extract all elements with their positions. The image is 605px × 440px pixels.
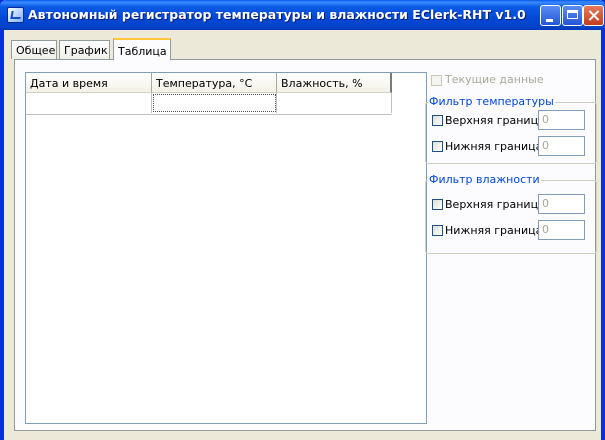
cell-datetime[interactable] <box>26 93 152 113</box>
temperature-filter-group: Фильтр температуры Верхняя граница 0 Ниж… <box>425 95 597 164</box>
temp-lower-checkbox[interactable] <box>432 140 443 152</box>
humidity-upper-option: Верхняя граница <box>432 197 545 211</box>
data-grid[interactable]: Дата и время Температура, °С Влажность, … <box>25 72 427 424</box>
column-header-datetime[interactable]: Дата и время <box>26 73 152 93</box>
humidity-upper-checkbox[interactable] <box>432 198 443 210</box>
maximize-icon[interactable] <box>562 5 583 26</box>
tab-chart[interactable]: График <box>59 40 110 59</box>
title-bar[interactable]: Автономный регистратор температуры и вла… <box>0 0 605 30</box>
humidity-filter-group: Фильтр влажности Верхняя граница 0 Нижня… <box>425 173 597 254</box>
temp-lower-label: Нижняя граница <box>445 139 543 153</box>
temperature-filter-title: Фильтр температуры <box>428 95 555 108</box>
humidity-lower-input[interactable]: 0 <box>538 220 585 240</box>
minimize-icon[interactable] <box>540 5 561 26</box>
table-tab-page: Дата и время Температура, °С Влажность, … <box>14 59 597 431</box>
window-title: Автономный регистратор температуры и вла… <box>28 7 526 22</box>
current-data-checkbox[interactable] <box>431 74 442 86</box>
current-data-option: Текущие данные <box>431 73 544 86</box>
temp-upper-label: Верхняя граница <box>445 113 545 127</box>
current-data-label: Текущие данные <box>445 73 544 86</box>
table-row[interactable] <box>26 93 392 115</box>
humidity-upper-input[interactable]: 0 <box>538 194 585 214</box>
temp-lower-input[interactable]: 0 <box>538 136 585 156</box>
grid-header: Дата и время Температура, °С Влажность, … <box>26 73 392 93</box>
tab-general[interactable]: Общее <box>11 40 57 59</box>
temp-upper-input[interactable]: 0 <box>538 110 585 130</box>
column-header-temperature[interactable]: Температура, °С <box>152 73 277 93</box>
temp-upper-option: Верхняя граница <box>432 113 545 127</box>
humidity-lower-label: Нижняя граница <box>445 223 543 237</box>
app-chart-icon[interactable] <box>7 7 24 23</box>
humidity-lower-option: Нижняя граница <box>432 223 542 237</box>
column-header-humidity[interactable]: Влажность, % <box>277 73 392 93</box>
cell-temperature[interactable] <box>152 93 277 113</box>
humidity-lower-checkbox[interactable] <box>432 224 443 236</box>
close-icon[interactable] <box>583 5 604 26</box>
temp-lower-option: Нижняя граница <box>432 139 542 153</box>
cell-humidity[interactable] <box>277 93 392 113</box>
humidity-upper-label: Верхняя граница <box>445 197 545 211</box>
humidity-filter-title: Фильтр влажности <box>428 173 541 186</box>
temp-upper-checkbox[interactable] <box>432 114 443 126</box>
tab-table[interactable]: Таблица <box>113 38 171 60</box>
